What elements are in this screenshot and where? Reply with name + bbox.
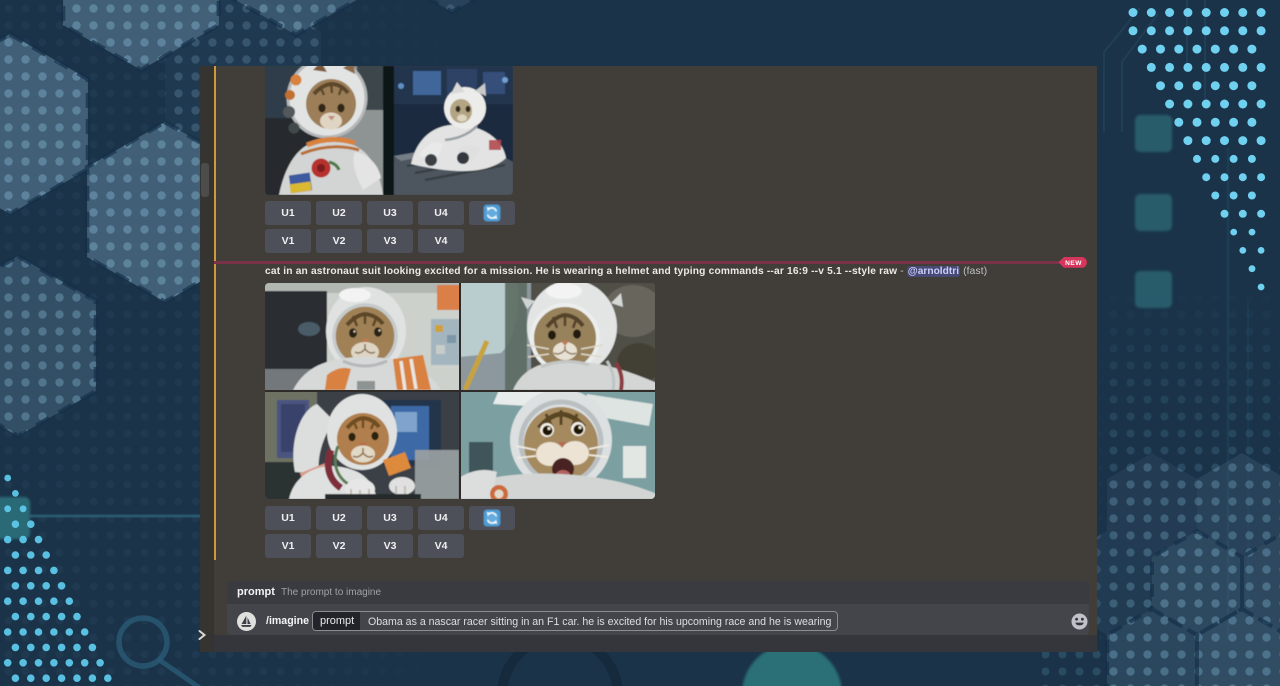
svg-text:NEW: NEW [1065,260,1082,267]
